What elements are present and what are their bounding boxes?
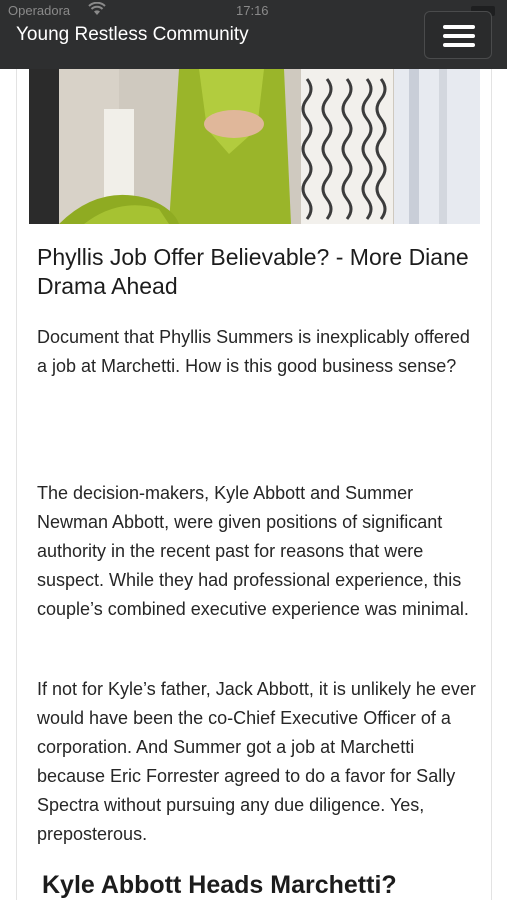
article-paragraph: The decision-makers, Kyle Abbott and Sum… (37, 483, 469, 619)
hamburger-bar (443, 34, 475, 38)
article-card: Phyllis Job Offer Believable? - More Dia… (16, 69, 492, 900)
article-subheading: Kyle Abbott Heads Marchetti? (42, 871, 397, 899)
top-navbar: Young Restless Community (0, 11, 507, 69)
article-photo (29, 69, 480, 224)
article-paragraph: Document that Phyllis Summers is inexpli… (37, 327, 470, 376)
article-title[interactable]: Phyllis Job Offer Believable? - More Dia… (37, 243, 477, 301)
site-brand[interactable]: Young Restless Community (16, 24, 249, 46)
hamburger-menu-button[interactable] (424, 11, 492, 59)
wifi-icon (88, 2, 106, 15)
carrier-label: Operadora (8, 3, 71, 18)
hamburger-bar (443, 43, 475, 47)
status-time: 17:16 (236, 3, 269, 18)
article-paragraph: If not for Kyle’s father, Jack Abbott, i… (37, 679, 476, 844)
hamburger-menu-icon (443, 25, 475, 29)
